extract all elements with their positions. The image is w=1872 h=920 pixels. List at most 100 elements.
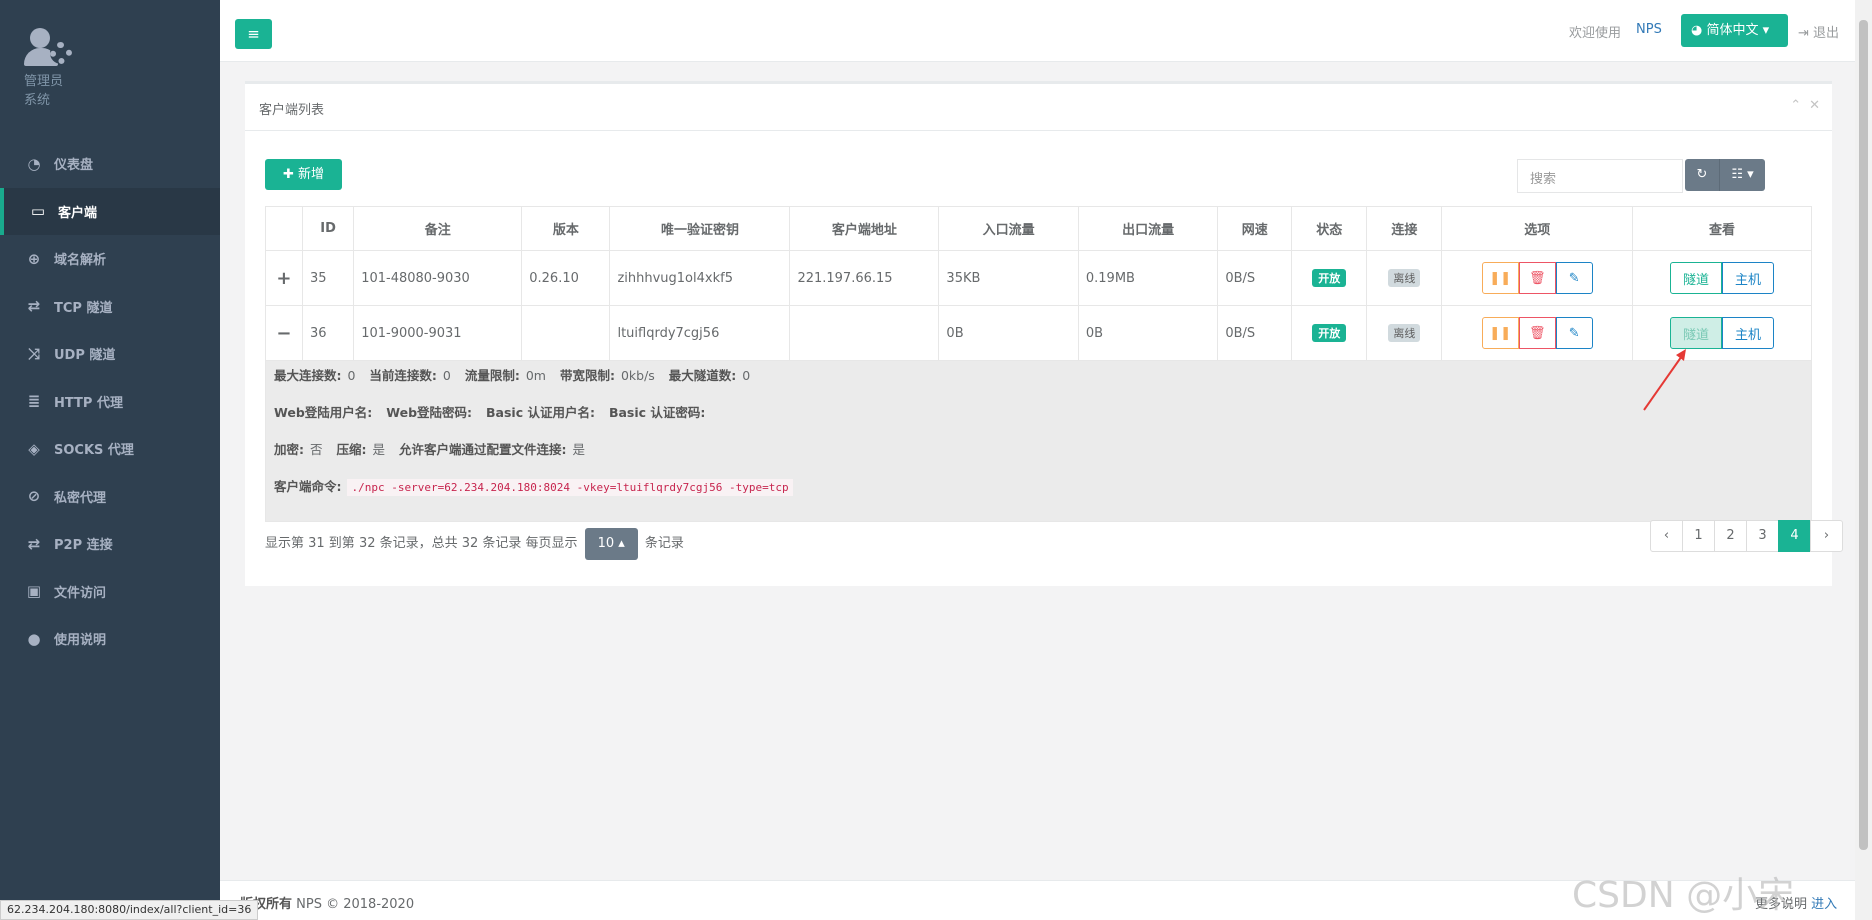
sidebar-item-udp[interactable]: ⤨ UDP 隧道 (0, 330, 220, 378)
sidebar-item-label: 文件访问 (54, 585, 107, 601)
sidebar-item-label: 使用说明 (54, 633, 107, 649)
col-id[interactable]: ID (301, 206, 355, 251)
detail-value: 0 (442, 368, 451, 383)
refresh-icon: ↻ (1696, 167, 1708, 182)
page-size-dropdown[interactable]: 10 ▴ (584, 528, 638, 560)
language-dropdown[interactable]: ◕ 简体中文 ▾ (1681, 14, 1788, 47)
hamburger-icon: ≡ (247, 25, 260, 43)
sidebar-item-dashboard[interactable]: ◔ 仪表盘 (0, 140, 220, 188)
col-vkey: 唯一验证密钥 (609, 206, 791, 251)
search-input[interactable]: 搜索 (1517, 159, 1683, 193)
collapse-toggle[interactable]: − (265, 305, 303, 361)
detail-row: 最大连接数: 0 当前连接数: 0 流量限制: 0m 带宽限制: 0kb/s 最… (265, 360, 1812, 522)
col-connection: 连接 (1366, 206, 1443, 251)
cell-status: 开放 (1291, 250, 1368, 306)
cell-outflow: 0B (1077, 305, 1219, 361)
language-label: 简体中文 (1706, 23, 1759, 38)
edit-button[interactable]: ✎ (1555, 262, 1593, 294)
page-scrollbar[interactable] (1855, 0, 1872, 920)
sidebar-item-tcp[interactable]: ⇄ TCP 隧道 (0, 283, 220, 331)
columns-toggle-button[interactable]: ☷ ▾ (1719, 159, 1765, 191)
cell-outflow: 0.19MB (1077, 250, 1219, 306)
sign-out-icon: ⇥ (1798, 26, 1814, 41)
detail-label: Basic 认证密码: (608, 405, 706, 420)
detail-auth: Web登陆用户名: Web登陆密码: Basic 认证用户名: Basic 认证… (274, 404, 1803, 441)
sidebar-item-clients[interactable]: ▭ 客户端 (0, 187, 220, 235)
col-inflow[interactable]: 入口流量 (938, 206, 1079, 251)
logout-label: 退出 (1813, 26, 1840, 41)
sidebar-item-label: UDP 隧道 (54, 348, 116, 364)
sidebar-item-label: SOCKS 代理 (54, 443, 134, 459)
page-3[interactable]: 3 (1746, 520, 1779, 552)
connection-badge: 离线 (1388, 269, 1421, 287)
cell-inflow: 0B (938, 305, 1079, 361)
profile-name: 管理员 (24, 74, 64, 89)
scroll-thumb[interactable] (1859, 20, 1868, 850)
clients-table: ID 备注 版本 唯一验证密钥 客户端地址 入口流量 出口流量 网速 状态 连接… (265, 206, 1812, 522)
sidebar-item-p2p[interactable]: ⇄ P2P 连接 (0, 520, 220, 568)
delete-button[interactable]: 🗑 (1518, 317, 1556, 349)
close-icon[interactable]: ✕ (1809, 98, 1820, 113)
page-next[interactable]: › (1810, 520, 1843, 552)
copyright-text: NPS © 2018-2020 (296, 897, 415, 912)
page-prev[interactable]: ‹ (1650, 520, 1683, 552)
host-button[interactable]: 主机 (1722, 262, 1775, 294)
briefcase-icon: ▣ (26, 582, 42, 601)
browser-status-url: 62.234.204.180:8080/index/all?client_id=… (0, 900, 259, 920)
detail-flags: 加密: 否 压缩: 是 允许客户端通过配置文件连接: 是 (274, 441, 1803, 478)
detail-label: 带宽限制: (559, 368, 615, 383)
sidebar: 管理员 系统 ◔ 仪表盘 ▭ 客户端 ⊕ 域名解析 ⇄ TCP 隧道 ⤨ UDP 隧道 ≣… (0, 0, 220, 920)
sidebar-item-files[interactable]: ▣ 文件访问 (0, 568, 220, 616)
detail-limits: 最大连接数: 0 当前连接数: 0 流量限制: 0m 带宽限制: 0kb/s 最… (274, 367, 1803, 404)
page-1[interactable]: 1 (1682, 520, 1715, 552)
sidebar-item-socks[interactable]: ◈ SOCKS 代理 (0, 425, 220, 473)
tunnel-button[interactable]: 隧道 (1670, 262, 1723, 294)
sidebar-item-label: P2P 连接 (54, 538, 113, 554)
delete-button[interactable]: 🗑 (1518, 262, 1556, 294)
refresh-button[interactable]: ↻ (1685, 159, 1719, 191)
detail-value: 0kb/s (620, 368, 655, 383)
pagination-info: 显示第 31 到第 32 条记录，总共 32 条记录 每页显示 10 ▴ 条记录 (265, 528, 684, 560)
trash-icon: 🗑 (1528, 270, 1546, 286)
watermark: CSDN @小宋1021 (1572, 875, 1795, 920)
detail-cell: 最大连接数: 0 当前连接数: 0 流量限制: 0m 带宽限制: 0kb/s 最… (265, 360, 1812, 522)
dashboard-icon: ◔ (27, 154, 41, 173)
brand-link[interactable]: NPS (1636, 22, 1662, 37)
col-remark: 备注 (353, 206, 523, 251)
sidebar-item-help[interactable]: ● 使用说明 (0, 615, 220, 663)
col-view: 查看 (1632, 206, 1812, 251)
add-client-button[interactable]: ✚ 新增 (265, 159, 342, 190)
host-button[interactable]: 主机 (1722, 317, 1775, 349)
detail-value: 是 (572, 442, 585, 457)
desktop-icon: ▭ (30, 202, 46, 221)
menu-toggle-button[interactable]: ≡ (235, 19, 272, 49)
expand-toggle[interactable]: + (265, 250, 303, 306)
cell-address: 221.197.66.15 (789, 250, 940, 306)
cell-id: 35 (301, 250, 355, 306)
col-outflow[interactable]: 出口流量 (1077, 206, 1219, 251)
status-badge: 开放 (1312, 269, 1347, 287)
cell-remark: 101-9000-9031 (353, 305, 523, 361)
cell-view: 隧道 主机 (1632, 250, 1812, 306)
pause-button[interactable]: ❚❚ (1481, 317, 1519, 349)
sidebar-item-http[interactable]: ≣ HTTP 代理 (0, 378, 220, 426)
sidebar-item-label: 域名解析 (54, 253, 107, 269)
sidebar-item-domain[interactable]: ⊕ 域名解析 (0, 235, 220, 283)
collapse-icon[interactable]: ⌃ (1790, 98, 1801, 113)
cell-connection: 离线 (1366, 250, 1443, 306)
sidebar-item-label: HTTP 代理 (54, 395, 123, 411)
panel-header: 客户端列表 ⌃ ✕ (245, 84, 1832, 131)
pause-button[interactable]: ❚❚ (1481, 262, 1519, 294)
client-command[interactable]: ./npc -server=62.234.204.180:8024 -vkey=… (347, 479, 793, 496)
plus-icon: ✚ (282, 167, 298, 182)
edit-button[interactable]: ✎ (1555, 317, 1593, 349)
detail-value: 0 (347, 368, 356, 383)
sidebar-item-secret[interactable]: ⊘ 私密代理 (0, 473, 220, 521)
page-2[interactable]: 2 (1714, 520, 1747, 552)
status-badge: 开放 (1312, 324, 1347, 342)
caret-down-icon: ▾ (1758, 23, 1770, 38)
sidebar-item-label: 客户端 (58, 205, 98, 221)
page-4[interactable]: 4 (1778, 520, 1811, 552)
sidebar-item-label: 仪表盘 (54, 158, 94, 174)
logout-link[interactable]: ⇥ 退出 (1798, 22, 1839, 41)
